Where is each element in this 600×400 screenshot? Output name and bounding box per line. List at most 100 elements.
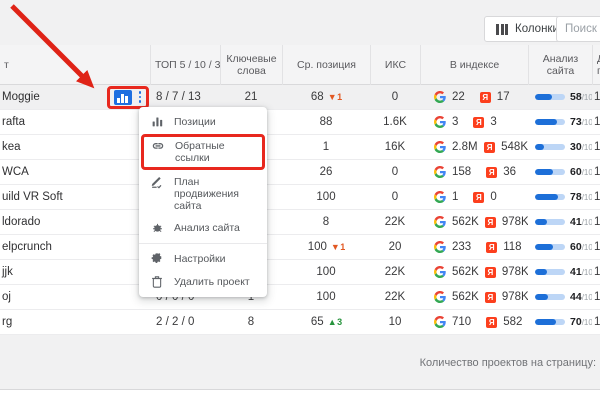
yandex-indexed-count: 3 — [490, 116, 496, 128]
site-audit-score: 70 — [570, 316, 582, 328]
site-audit-score: 60 — [570, 241, 582, 253]
google-icon — [434, 166, 446, 178]
iks-value: 22K — [370, 260, 420, 284]
site-audit-bar — [535, 119, 565, 125]
yandex-indexed-count: 978K — [502, 291, 528, 303]
iks-value: 0 — [370, 185, 420, 209]
menu-item-settings[interactable]: Настройки — [139, 248, 267, 271]
clipped-value: 1 — [592, 85, 600, 109]
col-header-keywords[interactable]: Ключевые слова — [220, 45, 282, 85]
clipped-value: 1 — [592, 135, 600, 159]
yandex-indexed-count: 978K — [502, 216, 528, 228]
project-name[interactable]: rg — [2, 316, 12, 328]
yandex-icon: Я — [486, 167, 497, 178]
yandex-indexed-count: 582 — [503, 316, 522, 328]
link-icon — [150, 139, 166, 153]
project-name[interactable]: rafta — [2, 116, 25, 128]
col-header-avg-position[interactable]: Ср. позиция — [282, 45, 370, 85]
keywords-count[interactable]: 21 — [220, 85, 282, 109]
site-audit-bar — [535, 319, 565, 325]
menu-item-positions[interactable]: Позиции — [139, 111, 267, 133]
positions-chart-button[interactable] — [114, 90, 132, 105]
project-name[interactable]: uild VR Soft — [2, 191, 63, 203]
table-row: elpcrunch 100 ▼ 1 20 233 Я 118 60/100 1 — [0, 235, 600, 260]
project-name[interactable]: elpcrunch — [2, 241, 52, 253]
trash-icon — [149, 275, 165, 288]
table-row: WCA 26 0 158 Я 36 60/100 1 — [0, 160, 600, 185]
col-header-site-audit[interactable]: Анализ сайта — [528, 45, 592, 85]
table-row: rg 2 / 2 / 0 8 65 ▲ 3 10 710 Я 582 70/10… — [0, 310, 600, 335]
position-drop-icon: ▼ 1 — [331, 242, 344, 252]
clipped-value: 1 — [592, 285, 600, 309]
google-icon — [434, 116, 446, 128]
clipped-value: 1 — [592, 260, 600, 284]
google-indexed-count: 710 — [452, 316, 471, 328]
keywords-count[interactable]: 8 — [220, 310, 282, 334]
menu-item-label: План продвижения сайта — [174, 176, 257, 212]
yandex-icon: Я — [485, 292, 496, 303]
plan-checklist-icon — [149, 175, 165, 189]
google-indexed-count: 2.8M — [452, 141, 478, 153]
site-audit-score: 73 — [570, 116, 582, 128]
highlight-box — [107, 86, 150, 109]
google-icon — [434, 91, 446, 103]
table-row: kea 1 16K 2.8M Я 548K 30/100 1 — [0, 135, 600, 160]
iks-value: 20 — [370, 235, 420, 259]
google-indexed-count: 562K — [452, 216, 479, 228]
google-indexed-count: 233 — [452, 241, 471, 253]
yandex-icon: Я — [473, 117, 484, 128]
col-header-iks[interactable]: ИКС — [370, 45, 420, 85]
yandex-indexed-count: 36 — [503, 166, 516, 178]
highlight-box-menu: Обратные ссылки — [141, 134, 265, 170]
page-size-label: Количество проектов на страницу: — [420, 357, 596, 369]
col-header-top[interactable]: ТОП 5 / 10 / 30 — [150, 45, 220, 85]
google-icon — [434, 266, 446, 278]
position-drop-icon: ▼ 1 — [328, 92, 341, 102]
app-window: Колонки т ТОП 5 / 10 / 30 Ключевые слова… — [0, 0, 600, 400]
google-icon — [434, 141, 446, 153]
menu-item-promotion-plan[interactable]: План продвижения сайта — [139, 171, 267, 217]
avg-position: 26 — [320, 166, 333, 178]
search-input[interactable] — [556, 16, 600, 42]
yandex-icon: Я — [485, 217, 496, 228]
table-row: Moggie 8 / 7 / 13 21 68 ▼ 1 0 22 Я 17 58… — [0, 85, 600, 110]
position-rise-icon: ▲ 3 — [328, 317, 341, 327]
project-name[interactable]: ldorado — [2, 216, 40, 228]
row-menu-button[interactable] — [138, 90, 143, 104]
menu-item-label: Анализ сайта — [174, 222, 240, 234]
project-name[interactable]: Moggie — [2, 91, 40, 103]
gear-icon — [149, 252, 165, 266]
yandex-icon: Я — [480, 92, 491, 103]
google-indexed-count: 562K — [452, 266, 479, 278]
yandex-icon: Я — [485, 267, 496, 278]
google-icon — [434, 316, 446, 328]
site-audit-score: 41 — [570, 266, 582, 278]
top-positions: 8 / 7 / 13 — [150, 85, 220, 109]
menu-item-label: Обратные ссылки — [175, 140, 256, 164]
menu-item-site-audit[interactable]: Анализ сайта — [139, 217, 267, 239]
columns-button-label: Колонки — [515, 23, 559, 35]
clipped-value: 1 — [592, 310, 600, 334]
menu-item-delete-project[interactable]: Удалить проект — [139, 271, 267, 293]
project-name[interactable]: WCA — [2, 166, 29, 178]
yandex-icon: Я — [486, 317, 497, 328]
avg-position: 100 — [316, 266, 335, 278]
table-row: rafta 88 1.6K 3 Я 3 73/100 1 — [0, 110, 600, 135]
col-header-indexed[interactable]: В индексе — [420, 45, 528, 85]
google-icon — [434, 216, 446, 228]
menu-item-label: Удалить проект — [174, 276, 250, 288]
site-audit-bar — [535, 94, 565, 100]
clipped-value: 1 — [592, 110, 600, 134]
menu-divider — [139, 243, 267, 244]
project-name[interactable]: jjk — [2, 266, 13, 278]
yandex-indexed-count: 0 — [490, 191, 496, 203]
google-indexed-count: 158 — [452, 166, 471, 178]
project-name[interactable]: oj — [2, 291, 11, 303]
table-header: т ТОП 5 / 10 / 30 Ключевые слова Ср. поз… — [0, 45, 600, 85]
google-indexed-count: 562K — [452, 291, 479, 303]
col-header-project[interactable]: т — [0, 45, 150, 85]
project-name[interactable]: kea — [2, 141, 21, 153]
menu-item-backlinks[interactable]: Обратные ссылки — [144, 137, 262, 167]
avg-position: 100 — [316, 191, 335, 203]
yandex-indexed-count: 118 — [503, 241, 521, 253]
